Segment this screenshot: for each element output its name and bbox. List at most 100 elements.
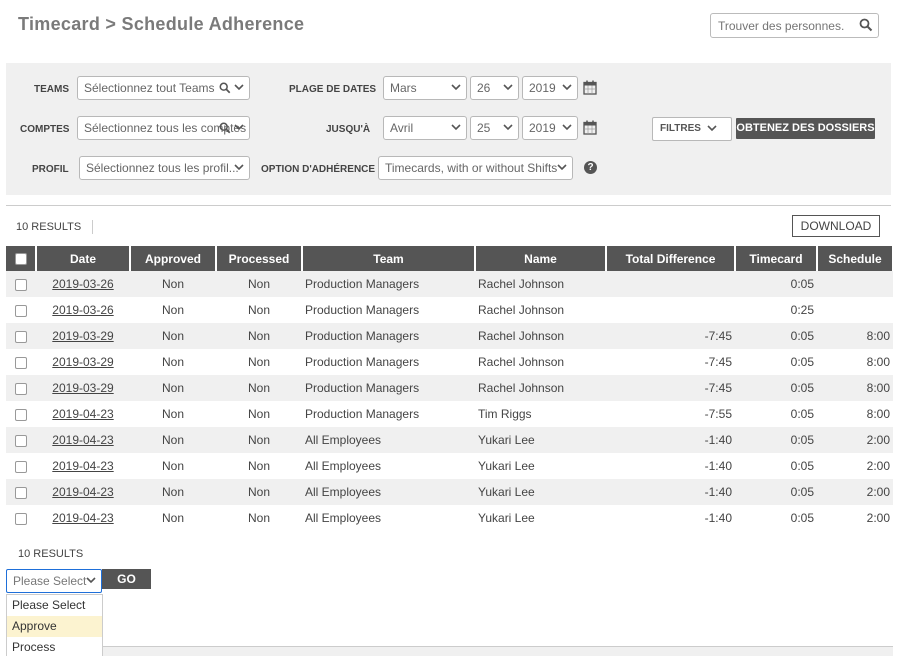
chevron-down-icon [451,84,461,91]
filters-button[interactable]: FILTRES [652,117,732,141]
select-all-checkbox[interactable] [14,253,27,266]
column-header-date[interactable]: Date [36,246,131,271]
chevron-down-icon [86,577,96,584]
table-row: 2019-04-23 Non Non All Employees Yukari … [6,453,893,479]
row-checkbox[interactable] [15,512,27,525]
adherence-option-select[interactable]: Timecards, with or without Shifts [378,156,573,180]
row-checkbox[interactable] [15,330,27,343]
dropdown-option-approve[interactable]: Approve [7,616,102,637]
row-checkbox[interactable] [15,382,27,395]
date-link[interactable]: 2019-03-26 [52,277,113,291]
date-link[interactable]: 2019-03-29 [52,329,113,343]
row-checkbox[interactable] [15,408,27,421]
row-select-cell[interactable] [6,271,36,297]
to-year-select[interactable]: 2019 [522,116,578,140]
from-year-select[interactable]: 2019 [522,76,578,100]
processed-cell: Non [216,479,302,505]
date-link[interactable]: 2019-04-23 [52,407,113,421]
date-cell: 2019-03-29 [36,349,130,375]
total-difference-cell: -7:45 [606,349,735,375]
teams-label: TEAMS [34,84,69,95]
total-difference-cell: -1:40 [606,427,735,453]
to-day-select[interactable]: 25 [470,116,519,140]
processed-cell: Non [216,297,302,323]
approved-cell: Non [130,297,216,323]
from-month-select[interactable]: Mars [383,76,467,100]
column-header-total-difference[interactable]: Total Difference [606,246,736,271]
total-difference-cell [606,297,735,323]
row-select-cell[interactable] [6,479,36,505]
column-header-schedule[interactable]: Schedule [817,246,894,271]
people-search-input[interactable] [711,14,851,37]
dropdown-option-process[interactable]: Process [7,637,102,658]
team-cell: All Employees [302,505,475,531]
profile-select[interactable]: Sélectionnez tous les profil... [79,156,250,180]
row-select-cell[interactable] [6,427,36,453]
row-select-cell[interactable] [6,375,36,401]
calendar-icon[interactable] [583,120,597,135]
timecard-cell: 0:05 [735,427,817,453]
chevron-down-icon [557,164,567,171]
row-select-cell[interactable] [6,453,36,479]
processed-cell: Non [216,323,302,349]
date-cell: 2019-04-23 [36,427,130,453]
row-select-cell[interactable] [6,401,36,427]
date-link[interactable]: 2019-04-23 [52,433,113,447]
bulk-action-select[interactable]: Please Select [6,569,102,593]
total-difference-cell [606,271,735,297]
total-difference-cell: -7:45 [606,323,735,349]
row-checkbox[interactable] [15,304,27,317]
date-cell: 2019-03-26 [36,297,130,323]
schedule-cell: 8:00 [817,349,893,375]
dropdown-option-please-select[interactable]: Please Select [7,595,102,616]
get-records-button[interactable]: OBTENEZ DES DOSSIERS [736,118,875,139]
teams-select[interactable]: Sélectionnez tout Teams [77,76,250,100]
schedule-cell: 8:00 [817,401,893,427]
chevron-down-icon [562,124,572,131]
schedule-cell: 2:00 [817,479,893,505]
search-icon[interactable] [859,18,873,32]
total-difference-cell: -1:40 [606,453,735,479]
row-select-cell[interactable] [6,505,36,531]
name-cell: Rachel Johnson [475,375,606,401]
row-checkbox[interactable] [15,356,27,369]
download-button[interactable]: DOWNLOAD [792,215,880,237]
table-row: 2019-03-29 Non Non Production Managers R… [6,349,893,375]
column-header-approved[interactable]: Approved [130,246,217,271]
team-cell: Production Managers [302,271,475,297]
column-header-team[interactable]: Team [302,246,476,271]
row-select-cell[interactable] [6,297,36,323]
date-link[interactable]: 2019-04-23 [52,511,113,525]
date-link[interactable]: 2019-04-23 [52,485,113,499]
row-select-cell[interactable] [6,323,36,349]
column-header-timecard[interactable]: Timecard [735,246,818,271]
filters-button-label: FILTRES [660,123,701,134]
table-row: 2019-03-26 Non Non Production Managers R… [6,297,893,323]
team-cell: Production Managers [302,401,475,427]
team-cell: All Employees [302,453,475,479]
accounts-select[interactable]: Sélectionnez tous les comptes [77,116,250,140]
row-select-cell[interactable] [6,349,36,375]
processed-cell: Non [216,271,302,297]
schedule-cell: 8:00 [817,323,893,349]
select-all-header[interactable] [6,246,37,271]
row-checkbox[interactable] [15,460,27,473]
calendar-icon[interactable] [583,80,597,95]
schedule-cell [817,297,893,323]
column-header-name[interactable]: Name [475,246,607,271]
to-month-select[interactable]: Avril [383,116,467,140]
date-link[interactable]: 2019-03-26 [52,303,113,317]
row-checkbox[interactable] [15,434,27,447]
date-link[interactable]: 2019-04-23 [52,459,113,473]
date-link[interactable]: 2019-03-29 [52,381,113,395]
results-count: 10 RESULTS [16,220,94,234]
date-link[interactable]: 2019-03-29 [52,355,113,369]
row-checkbox[interactable] [15,486,27,499]
from-day-select[interactable]: 26 [470,76,519,100]
help-icon[interactable]: ? [584,161,597,174]
schedule-cell [817,271,893,297]
people-search-box[interactable] [710,13,879,38]
column-header-processed[interactable]: Processed [216,246,303,271]
row-checkbox[interactable] [15,278,27,291]
go-button[interactable]: GO [102,569,151,589]
